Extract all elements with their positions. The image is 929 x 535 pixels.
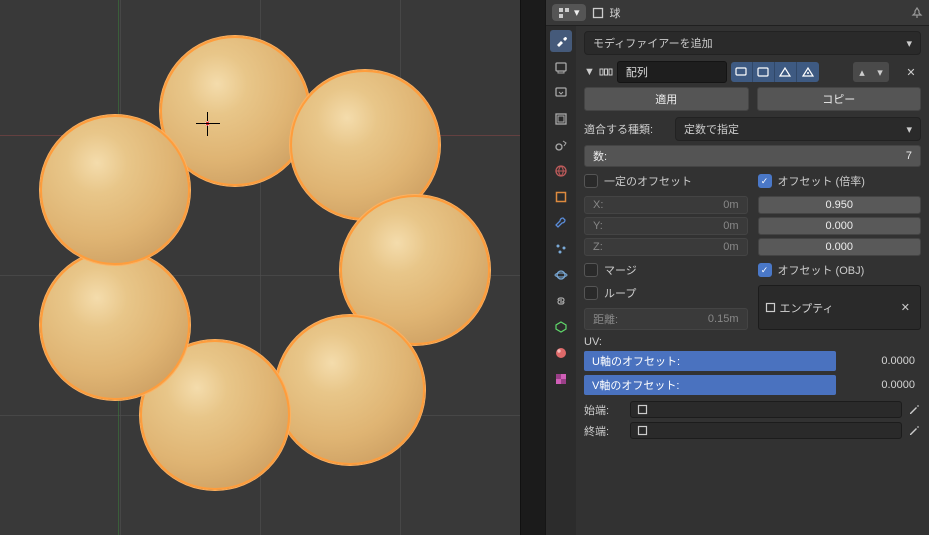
u-offset-field[interactable]: U軸のオフセット: [584,351,836,371]
collapse-toggle[interactable]: ▼ [584,66,595,78]
properties-header: ▾ 球 [546,0,929,26]
tab-world[interactable] [550,160,572,182]
fit-type-label: 適合する種類: [584,121,669,137]
chevron-down-icon: ▾ [906,37,912,50]
uv-section-label: UV: [584,336,921,348]
eyedropper-icon[interactable] [908,424,921,437]
merge-label: マージ [604,262,637,278]
object-offset-target[interactable]: エンプティ ✕ [758,285,922,330]
tab-render[interactable] [550,56,572,78]
tab-modifiers[interactable] [550,212,572,234]
tab-object[interactable] [550,186,572,208]
tab-physics[interactable] [550,264,572,286]
count-value: 7 [906,150,912,162]
copy-button[interactable]: コピー [757,87,922,111]
constant-offset-label: 一定のオフセット [604,173,692,189]
relative-offset-z[interactable]: 0.000 [758,238,922,256]
object-icon [592,7,604,19]
loop-checkbox[interactable] [584,286,598,300]
fit-type-value: 定数で指定 [684,121,739,137]
properties-tabs [546,26,576,535]
loop-label: ループ [604,285,636,301]
move-up-button[interactable]: ▴ [853,62,871,82]
move-down-button[interactable]: ▾ [871,62,889,82]
merge-distance[interactable]: 距離: 0.15m [584,308,748,330]
object-icon [765,302,776,313]
chevron-down-icon: ▾ [574,6,580,19]
fit-type-dropdown[interactable]: 定数で指定 ▾ [675,117,921,141]
array-icon [599,65,613,79]
v-offset-value: 0.0000 [836,379,921,391]
clear-icon[interactable]: ✕ [897,301,914,314]
properties-editor: ▾ 球 モディファイアーを追加 ▾ [545,0,929,535]
count-label: 数: [593,148,607,164]
sphere[interactable] [40,115,190,265]
count-field[interactable]: 数: 7 [584,145,921,167]
modifier-reorder: ▴ ▾ [853,62,889,82]
relative-offset-label: オフセット (倍率) [778,173,865,189]
remove-modifier-button[interactable]: ✕ [901,62,921,82]
editor-type-selector[interactable]: ▾ [552,4,586,21]
tab-output[interactable] [550,82,572,104]
constant-offset-z[interactable]: Z: 0m [584,238,748,256]
editor-splitter[interactable] [520,0,545,535]
pin-icon[interactable] [911,7,923,19]
add-modifier-dropdown[interactable]: モディファイアーを追加 ▾ [584,31,921,55]
mesh-icon [637,404,648,415]
properties-icon [558,7,570,19]
object-name: 球 [610,5,621,21]
modifier-visibility [731,62,819,82]
sphere[interactable] [275,315,425,465]
eyedropper-icon[interactable] [908,403,921,416]
tab-data[interactable] [550,316,572,338]
relative-offset-checkbox[interactable]: ✓ [758,174,772,188]
relative-offset-y[interactable]: 0.000 [758,217,922,235]
u-offset-value: 0.0000 [836,355,921,367]
show-viewport-icon[interactable] [753,62,775,82]
modifier-header: ▼ 配列 ▴ ▾ ✕ [584,61,921,83]
modifier-name-input[interactable]: 配列 [617,61,727,83]
tab-constraints[interactable] [550,290,572,312]
show-editmode-icon[interactable] [775,62,797,82]
sphere-array[interactable] [40,30,490,480]
constant-offset-y[interactable]: Y: 0m [584,217,748,235]
start-cap-label: 始端: [584,402,624,418]
tab-viewlayer[interactable] [550,108,572,130]
show-cage-icon[interactable] [797,62,819,82]
object-offset-label: オフセット (OBJ) [778,262,865,278]
end-cap-field[interactable] [630,422,902,439]
tab-particles[interactable] [550,238,572,260]
end-cap-label: 終端: [584,423,624,439]
modifier-panel: モディファイアーを追加 ▾ ▼ 配列 ▴ ▾ ✕ [576,26,929,535]
mesh-icon [637,425,648,436]
constant-offset-checkbox[interactable] [584,174,598,188]
chevron-down-icon: ▾ [906,123,912,136]
object-offset-checkbox[interactable]: ✓ [758,263,772,277]
constant-offset-x[interactable]: X: 0m [584,196,748,214]
show-render-icon[interactable] [731,62,753,82]
merge-checkbox[interactable] [584,263,598,277]
viewport-3d[interactable] [0,0,520,535]
tab-texture[interactable] [550,368,572,390]
apply-button[interactable]: 適用 [584,87,749,111]
start-cap-field[interactable] [630,401,902,418]
add-modifier-label: モディファイアーを追加 [593,35,713,51]
sphere[interactable] [40,250,190,400]
relative-offset-x[interactable]: 0.950 [758,196,922,214]
tab-scene[interactable] [550,134,572,156]
tab-tool[interactable] [550,30,572,52]
v-offset-field[interactable]: V軸のオフセット: [584,375,836,395]
tab-material[interactable] [550,342,572,364]
